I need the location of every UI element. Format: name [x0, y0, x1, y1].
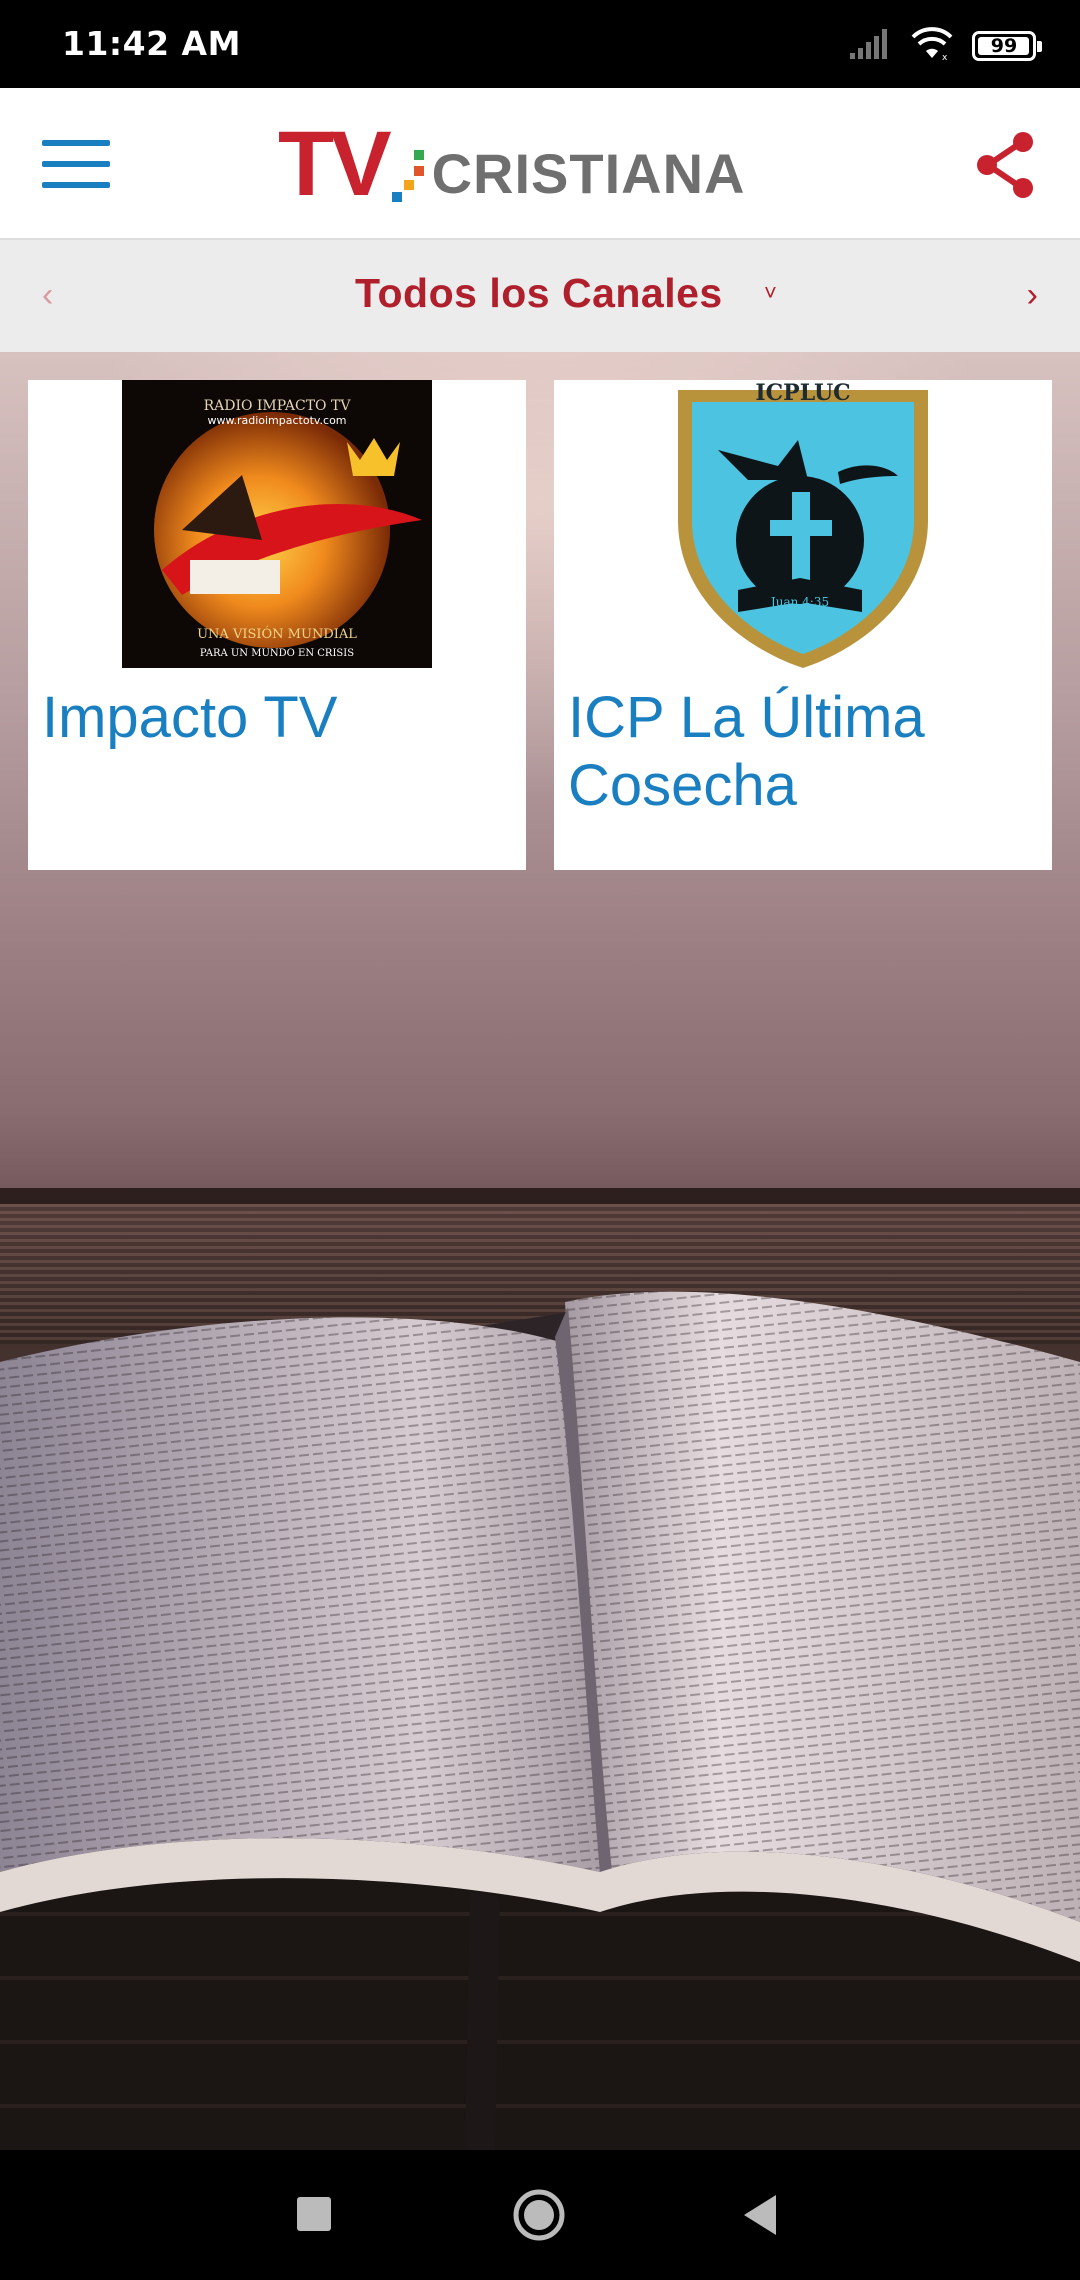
share-icon[interactable] — [974, 130, 1038, 200]
chevron-right-icon[interactable]: › — [1027, 276, 1038, 315]
impacto-tv-logo: RADIO IMPACTO TV www.radioimpactotv.com … — [122, 380, 432, 668]
chevron-left-icon[interactable]: ‹ — [42, 276, 53, 315]
channel-category-dropdown[interactable]: Todos los Canales — [355, 270, 723, 317]
svg-text:x: x — [942, 53, 948, 62]
battery-indicator: 99 — [972, 31, 1042, 61]
channel-title: ICP La Última Cosecha — [568, 685, 925, 818]
status-time: 11:42 AM — [62, 24, 241, 63]
hamburger-menu-icon[interactable] — [42, 140, 110, 188]
status-icons: x 99 — [848, 26, 1042, 67]
impacto-logo-text: RADIO IMPACTO TV — [204, 398, 352, 414]
logo-word: CRISTIANA — [431, 142, 746, 205]
status-bar: 11:42 AM x 99 — [0, 0, 1080, 88]
impacto-logo-slogan: UNA VISIÓN MUNDIAL — [197, 625, 357, 642]
icpluc-logo-text: ICPLUC — [755, 380, 850, 406]
channel-card-impacto-tv[interactable]: RADIO IMPACTO TV www.radioimpactotv.com … — [28, 380, 526, 870]
channel-title: Impacto TV — [42, 685, 338, 750]
app-bar: TV CRISTIANA — [0, 88, 1080, 240]
impacto-logo-footer: PARA UN MUNDO EN CRISIS — [200, 648, 354, 659]
channel-selector-bar: ‹ Todos los Canales ˅ › — [0, 240, 1080, 352]
app-logo: TV CRISTIANA — [278, 113, 746, 215]
logo-tv: TV — [278, 113, 392, 215]
cell-signal-icon — [848, 27, 892, 66]
channel-card-icp-la-ultima-cosecha[interactable]: ICPLUC Juan 4:35 ICP La Última Cosecha — [554, 380, 1052, 870]
circle-home-icon[interactable] — [506, 2182, 572, 2248]
icpluc-logo: ICPLUC Juan 4:35 — [648, 380, 958, 668]
triangle-back-icon[interactable] — [728, 2182, 794, 2248]
icpluc-logo-verse: Juan 4:35 — [769, 595, 829, 609]
chevron-down-icon[interactable]: ˅ — [764, 280, 777, 306]
impacto-logo-url: www.radioimpactotv.com — [207, 414, 346, 427]
system-navigation-bar — [0, 2150, 1080, 2280]
square-recents-icon[interactable] — [282, 2182, 348, 2248]
wifi-icon: x — [910, 26, 954, 67]
battery-percent: 99 — [990, 35, 1018, 57]
logo-dots — [390, 144, 424, 204]
